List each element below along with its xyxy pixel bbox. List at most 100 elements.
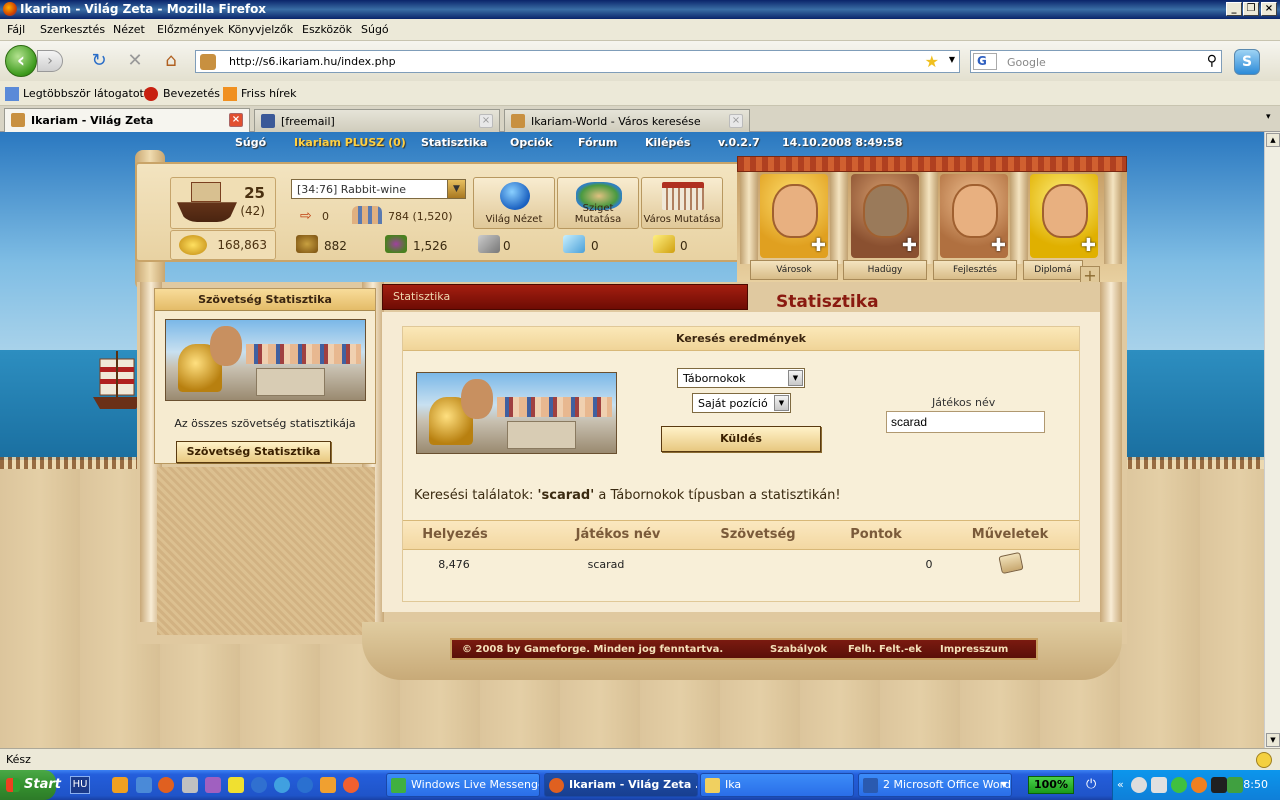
- tray-icon[interactable]: [1227, 777, 1243, 793]
- skype-quicklaunch-icon[interactable]: [274, 777, 290, 793]
- close-button[interactable]: ×: [1261, 2, 1277, 16]
- power-plug-icon[interactable]: ⏻: [1086, 777, 1102, 793]
- chevron-down-icon[interactable]: ▼: [447, 180, 465, 198]
- task-label: 2 Microsoft Office Word: [883, 778, 1011, 791]
- chevron-down-icon[interactable]: ▼: [788, 370, 803, 386]
- alliance-stats-button[interactable]: Szövetség Statisztika: [176, 441, 331, 463]
- quicklaunch-icon[interactable]: [228, 777, 244, 793]
- game-nav-plus[interactable]: Ikariam PLUSZ (0): [294, 136, 406, 149]
- bookmark-most-visited[interactable]: Legtöbbször látogatott: [23, 87, 148, 100]
- home-icon[interactable]: ⌂: [160, 50, 182, 72]
- minimize-button[interactable]: _: [1226, 2, 1242, 16]
- task-word[interactable]: 2 Microsoft Office Word ▼: [858, 773, 1012, 797]
- menu-file[interactable]: Fájl: [7, 23, 25, 36]
- tray-expand-icon[interactable]: «: [1117, 778, 1124, 791]
- media-player-icon[interactable]: [251, 777, 267, 793]
- position-select[interactable]: Saját pozíció ▼: [692, 393, 791, 413]
- game-nav-options[interactable]: Opciók: [510, 136, 552, 149]
- windows-logo-icon: [6, 778, 20, 792]
- game-nav-statistics[interactable]: Statisztika: [421, 136, 487, 149]
- tab-list-icon[interactable]: ▾: [1266, 112, 1271, 122]
- menu-bookmarks[interactable]: Könyvjelzők: [228, 23, 293, 36]
- advisor-research-label[interactable]: Fejlesztés: [933, 260, 1017, 280]
- volume-icon[interactable]: [1151, 777, 1167, 793]
- submit-button[interactable]: Küldés: [661, 426, 821, 452]
- stop-icon[interactable]: ✕: [124, 50, 146, 72]
- battery-indicator[interactable]: 100%: [1028, 776, 1074, 794]
- statistics-image-main: [416, 372, 617, 454]
- tab-ikariam-world[interactable]: Ikariam-World - Város keresése ×: [504, 109, 750, 132]
- search-icon[interactable]: ⚲: [1207, 53, 1217, 69]
- breadcrumb-item[interactable]: Statisztika: [393, 290, 450, 303]
- advisor-military-label[interactable]: Hadügy: [843, 260, 927, 280]
- quicklaunch-icon[interactable]: [320, 777, 336, 793]
- tab-close-icon[interactable]: ×: [729, 114, 743, 128]
- advisor-military[interactable]: ✚: [851, 174, 919, 258]
- tab-freemail[interactable]: [freemail] ×: [254, 109, 500, 132]
- menu-help[interactable]: Súgó: [361, 23, 389, 36]
- smiley-icon[interactable]: [1256, 752, 1272, 768]
- chevron-down-icon[interactable]: ▼: [774, 395, 789, 411]
- restore-button[interactable]: ❐: [1243, 2, 1259, 16]
- search-box[interactable]: G Google ⚲: [970, 50, 1222, 73]
- scroll-down-icon[interactable]: ▼: [1266, 733, 1280, 747]
- bookmark-latest-news[interactable]: Friss hírek: [241, 87, 297, 100]
- url-bar[interactable]: http://s6.ikariam.hu/index.php ★ ▼: [195, 50, 960, 73]
- quicklaunch-icon[interactable]: [112, 777, 128, 793]
- town-view-button[interactable]: Város Mutatása: [641, 177, 723, 229]
- tray-icon[interactable]: [1211, 777, 1227, 793]
- advisor-research[interactable]: ✚: [940, 174, 1008, 258]
- town-select[interactable]: [34:76] Rabbit-wine ▼: [291, 179, 466, 199]
- tab-ikariam[interactable]: Ikariam - Világ Zeta ×: [4, 108, 250, 132]
- row-player-name[interactable]: scarad: [546, 558, 666, 571]
- url-dropdown-icon[interactable]: ▼: [949, 55, 955, 64]
- quicklaunch-icon[interactable]: [205, 777, 221, 793]
- tab-close-icon[interactable]: ×: [229, 113, 243, 127]
- skype-icon[interactable]: S: [1234, 49, 1260, 75]
- forward-button[interactable]: ›: [37, 50, 63, 72]
- type-select[interactable]: Tábornokok ▼: [677, 368, 805, 388]
- menu-edit[interactable]: Szerkesztés: [40, 23, 105, 36]
- task-messenger[interactable]: Windows Live Messenger: [386, 773, 540, 797]
- world-view-button[interactable]: Világ Nézet: [473, 177, 555, 229]
- game-nav-forum[interactable]: Fórum: [578, 136, 617, 149]
- game-nav-help[interactable]: Súgó: [235, 136, 266, 149]
- footer-link-terms[interactable]: Felh. Felt.-ek: [848, 644, 922, 655]
- footer-link-rules[interactable]: Szabályok: [770, 644, 827, 655]
- player-name-input[interactable]: [886, 411, 1045, 433]
- menu-view[interactable]: Nézet: [113, 23, 145, 36]
- start-button[interactable]: Start: [0, 770, 61, 800]
- advisor-diplomacy-label[interactable]: Diplomá: [1023, 260, 1083, 280]
- quicklaunch-icon[interactable]: [343, 777, 359, 793]
- firefox-quicklaunch-icon[interactable]: [158, 777, 174, 793]
- scroll-up-icon[interactable]: ▲: [1266, 133, 1280, 147]
- menu-tools[interactable]: Eszközök: [302, 23, 352, 36]
- back-button[interactable]: ‹: [5, 45, 37, 77]
- advisor-towns[interactable]: ✚: [760, 174, 828, 258]
- task-firefox[interactable]: Ikariam - Világ Zeta ...: [544, 773, 698, 797]
- game-nav-logout[interactable]: Kilépés: [645, 136, 690, 149]
- advisor-diplomacy[interactable]: ✚: [1030, 174, 1098, 258]
- quicklaunch-icon[interactable]: [136, 777, 152, 793]
- reload-icon[interactable]: ↻: [88, 50, 110, 72]
- tray-icon[interactable]: [1191, 777, 1207, 793]
- language-indicator[interactable]: HU: [70, 776, 90, 794]
- advisor-towns-label[interactable]: Városok: [750, 260, 838, 280]
- tab-close-icon[interactable]: ×: [479, 114, 493, 128]
- network-icon[interactable]: [1131, 777, 1147, 793]
- task-label: Ika: [725, 778, 742, 791]
- island-view-button[interactable]: Sziget Mutatása: [557, 177, 639, 229]
- task-folder[interactable]: Ika: [700, 773, 854, 797]
- row-points: 0: [925, 558, 933, 571]
- footer-link-imprint[interactable]: Impresszum: [940, 644, 1008, 655]
- messenger-tray-icon[interactable]: [1171, 777, 1187, 793]
- search-engine-icon[interactable]: G: [973, 53, 997, 70]
- quicklaunch-icon[interactable]: [182, 777, 198, 793]
- advisor-mayor-icon: [772, 184, 818, 238]
- bookmark-getting-started[interactable]: Bevezetés: [163, 87, 220, 100]
- ie-icon[interactable]: [297, 777, 313, 793]
- ships-box[interactable]: 25 (42): [170, 177, 276, 229]
- vertical-scrollbar[interactable]: ▲ ▼: [1264, 132, 1280, 748]
- bookmark-star-icon[interactable]: ★: [925, 52, 939, 71]
- menu-history[interactable]: Előzmények: [157, 23, 224, 36]
